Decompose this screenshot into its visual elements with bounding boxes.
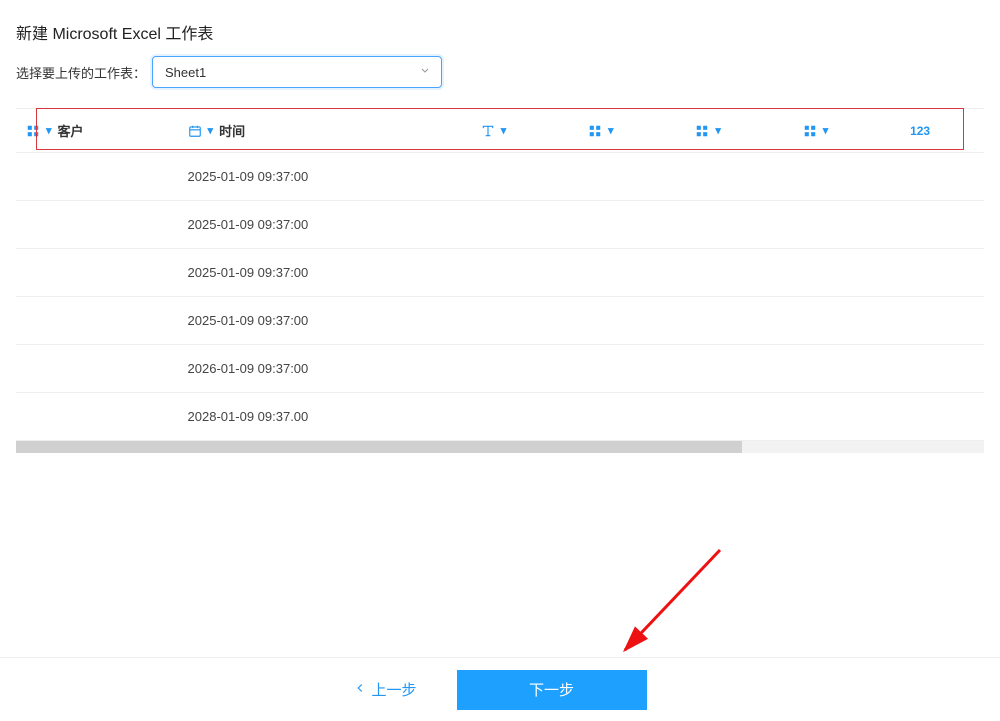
col-header-4[interactable]: ▾ <box>578 109 685 153</box>
scrollbar-thumb[interactable] <box>16 441 742 453</box>
col-header-3[interactable]: ▾ <box>471 109 578 153</box>
table-cell <box>685 249 792 297</box>
col-label: 客户 <box>58 121 84 140</box>
table-cell: 2025-01-09 09:37:00 <box>178 201 471 249</box>
table-cell <box>685 297 792 345</box>
text-icon <box>481 124 495 138</box>
chevron-down-icon: ▾ <box>823 124 829 137</box>
page-title: 新建 Microsoft Excel 工作表 <box>16 20 984 44</box>
table-cell <box>900 345 984 393</box>
table-cell <box>16 297 178 345</box>
table-row: 2025-01-09 09:37:00 <box>16 297 984 345</box>
table-cell <box>685 201 792 249</box>
table-cell <box>16 201 178 249</box>
table-row: 2025-01-09 09:37:00 <box>16 249 984 297</box>
calendar-icon <box>188 124 202 138</box>
table-cell: 2028-01-09 09:37.00 <box>178 393 471 441</box>
sheet-select[interactable]: Sheet1 <box>152 56 442 88</box>
table-row: 2028-01-09 09:37.00 <box>16 393 984 441</box>
table-cell <box>471 249 578 297</box>
number-icon: 123 <box>910 124 930 138</box>
col-header-customer[interactable]: ▾ 客户 <box>16 109 178 153</box>
grid-icon <box>803 124 817 138</box>
table-cell <box>793 393 900 441</box>
table-cell <box>685 345 792 393</box>
table-cell <box>793 345 900 393</box>
table-cell <box>685 393 792 441</box>
table-cell <box>793 297 900 345</box>
chevron-down-icon: ▾ <box>208 124 214 137</box>
table-cell <box>16 345 178 393</box>
chevron-down-icon <box>419 65 431 80</box>
grid-icon <box>695 124 709 138</box>
table-cell: 2026-01-09 09:37:00 <box>178 345 471 393</box>
next-button[interactable]: 下一步 <box>457 670 647 710</box>
prev-button[interactable]: 上一步 <box>353 679 416 700</box>
table-cell <box>793 153 900 201</box>
chevron-down-icon: ▾ <box>46 124 52 137</box>
horizontal-scrollbar[interactable] <box>16 441 984 453</box>
table-cell <box>685 153 792 201</box>
table-cell <box>900 297 984 345</box>
table-cell <box>578 249 685 297</box>
sheet-select-value: Sheet1 <box>165 65 206 80</box>
table-cell <box>900 201 984 249</box>
data-table: ▾ 客户 ▾ 时间 <box>16 109 984 441</box>
table-cell <box>471 297 578 345</box>
table-row: 2026-01-09 09:37:00 <box>16 345 984 393</box>
table-cell: 2025-01-09 09:37:00 <box>178 297 471 345</box>
table-cell <box>471 201 578 249</box>
table-cell <box>793 249 900 297</box>
col-label: 时间 <box>219 121 245 140</box>
chevron-down-icon: ▾ <box>501 124 507 137</box>
col-header-time[interactable]: ▾ 时间 <box>178 109 471 153</box>
table-cell <box>900 249 984 297</box>
col-header-5[interactable]: ▾ <box>685 109 792 153</box>
table-cell <box>16 249 178 297</box>
table-cell <box>578 345 685 393</box>
table-cell <box>471 345 578 393</box>
table-cell <box>16 393 178 441</box>
table-cell: 2025-01-09 09:37:00 <box>178 249 471 297</box>
chevron-left-icon <box>353 681 367 699</box>
grid-icon <box>26 124 40 138</box>
table-cell <box>900 153 984 201</box>
table-cell <box>471 153 578 201</box>
table-cell <box>900 393 984 441</box>
table-cell <box>471 393 578 441</box>
grid-icon <box>588 124 602 138</box>
table-cell <box>793 201 900 249</box>
table-cell <box>578 393 685 441</box>
table-cell <box>16 153 178 201</box>
table-cell <box>578 201 685 249</box>
chevron-down-icon: ▾ <box>715 124 721 137</box>
next-button-label: 下一步 <box>529 682 574 699</box>
data-table-wrapper: ▾ 客户 ▾ 时间 <box>16 108 984 441</box>
table-cell <box>578 297 685 345</box>
table-header-row: ▾ 客户 ▾ 时间 <box>16 109 984 153</box>
chevron-down-icon: ▾ <box>608 124 614 137</box>
col-header-6[interactable]: ▾ <box>793 109 900 153</box>
footer-bar: 上一步 下一步 <box>0 657 1000 721</box>
table-cell: 2025-01-09 09:37:00 <box>178 153 471 201</box>
upload-label: 选择要上传的工作表： <box>16 63 146 82</box>
table-row: 2025-01-09 09:37:00 <box>16 201 984 249</box>
table-row: 2025-01-09 09:37:00 <box>16 153 984 201</box>
prev-button-label: 上一步 <box>371 679 416 700</box>
table-cell <box>578 153 685 201</box>
col-header-7[interactable]: 123 <box>900 109 984 153</box>
